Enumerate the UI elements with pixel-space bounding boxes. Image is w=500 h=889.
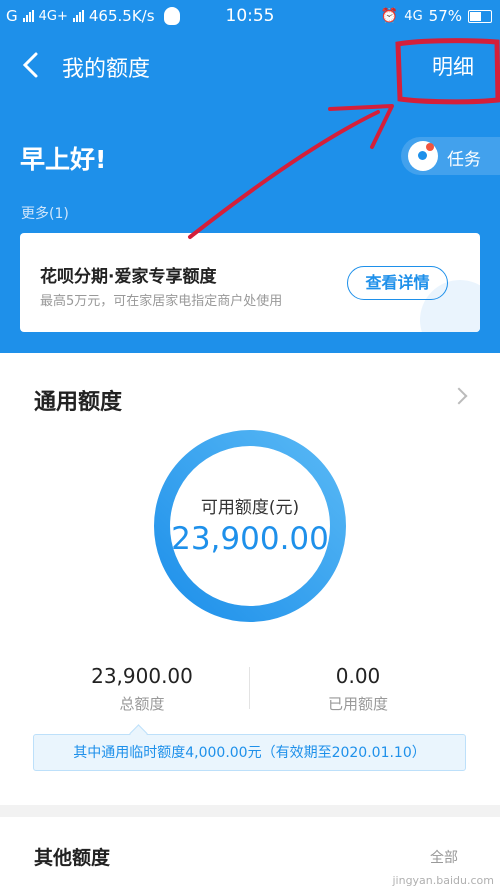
total-quota: 23,900.00 总额度 — [52, 664, 232, 714]
promo-title: 花呗分期·爱家专享额度 — [40, 267, 217, 287]
general-quota-card: 通用额度 可用额度(元) 23,900.00 23,900.00 总额度 0.0… — [0, 353, 500, 805]
battery-icon — [468, 9, 492, 23]
other-quota-all[interactable]: 全部 — [430, 847, 458, 867]
back-arrow-icon[interactable] — [20, 50, 46, 80]
general-quota-title: 通用额度 — [34, 390, 123, 415]
chevron-right-icon[interactable] — [450, 387, 468, 405]
status-bar: G 4G+ 465.5K/s 10:55 ⏰ 4G 57% — [0, 0, 500, 34]
other-quota-title: 其他额度 — [34, 847, 111, 869]
total-quota-value: 23,900.00 — [91, 664, 193, 688]
available-quota-value: 23,900.00 — [171, 521, 329, 557]
temporary-quota-note: 其中通用临时额度4,000.00元（有效期至2020.01.10） — [33, 734, 466, 771]
used-quota: 0.00 已用额度 — [268, 664, 448, 714]
alarm-icon: ⏰ — [380, 8, 399, 24]
task-icon — [408, 141, 438, 171]
total-quota-label: 总额度 — [119, 695, 165, 713]
used-quota-label: 已用额度 — [327, 695, 388, 713]
detail-button[interactable]: 明细 — [432, 51, 474, 81]
page-title: 我的额度 — [62, 57, 151, 82]
task-button[interactable]: 任务 — [401, 137, 500, 175]
task-label: 任务 — [447, 150, 481, 170]
network-type-right: 4G — [404, 8, 423, 24]
promo-card[interactable]: 花呗分期·爱家专享额度 最高5万元，可在家居家电指定商户处使用 查看详情 — [20, 233, 480, 332]
greeting: 早上好! — [20, 145, 107, 174]
navigation-bar: 我的额度 明细 — [0, 34, 500, 98]
promo-subtitle: 最高5万元，可在家居家电指定商户处使用 — [40, 294, 283, 309]
view-details-button[interactable]: 查看详情 — [347, 266, 448, 300]
used-quota-value: 0.00 — [335, 664, 381, 688]
available-quota-label: 可用额度(元) — [200, 498, 300, 518]
watermark: jingyan.baidu.com — [392, 874, 494, 887]
battery-percent: 57% — [428, 7, 462, 25]
more-link[interactable]: 更多(1) — [21, 203, 69, 223]
stat-divider — [249, 667, 250, 709]
